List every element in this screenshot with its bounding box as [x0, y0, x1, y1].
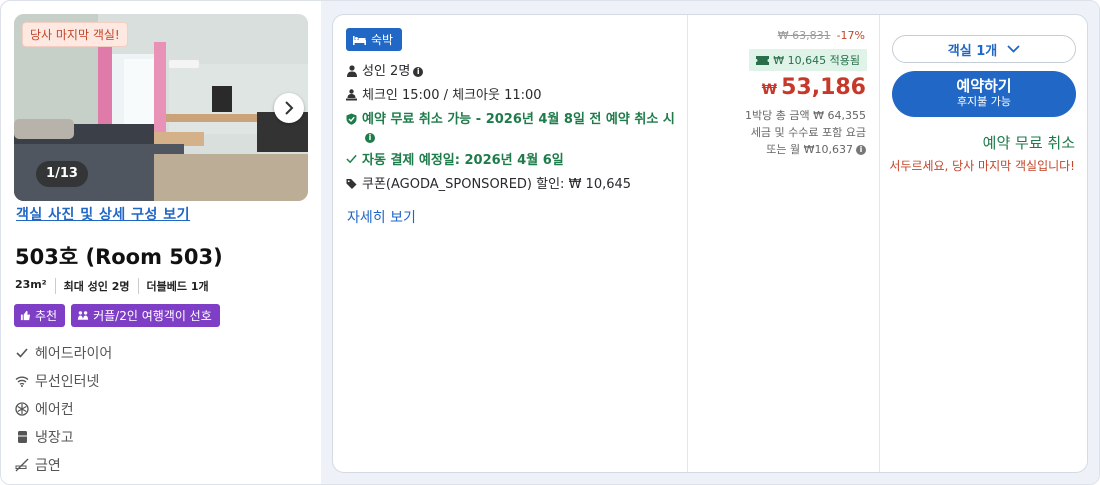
coupon-applied-label: ₩ 10,645 적용됨 — [773, 54, 860, 67]
monthly-price: 또는 월 ₩10,637 — [766, 143, 853, 156]
amenity-item: 금연 — [15, 451, 112, 479]
room-card: 당사 마지막 객실! 1/13 객실 사진 및 상세 구성 보기 503호 (R… — [0, 0, 1100, 485]
discount-percent: -17% — [836, 29, 865, 42]
book-button-sublabel: 후지불 가능 — [956, 95, 1012, 108]
room-specs: 23m² 최대 성인 2명 더블베드 1개 — [15, 278, 217, 294]
room-photos-link[interactable]: 객실 사진 및 상세 구성 보기 — [16, 204, 190, 224]
book-button-label: 예약하기 — [956, 77, 1012, 95]
guests-label: 성인 2명 — [362, 64, 411, 79]
info-icon[interactable]: i — [365, 132, 375, 143]
final-price: ₩53,186 — [762, 75, 866, 100]
free-cancel-row: 예약 무료 취소 가능 - 2026년 4월 8일 전 예약 취소 시 i — [346, 111, 676, 147]
guests-row: 성인 2명 i — [346, 63, 424, 81]
room-title: 503호 (Room 503) — [15, 245, 223, 269]
price-panel: ₩ 63,831 -17% ₩ 10,645 적용됨 ₩53,186 1박당 총 … — [687, 15, 879, 472]
ticket-icon — [756, 55, 770, 65]
amenity-item: 헤어드라이어 — [15, 339, 112, 367]
room-quantity-label: 객실 1개 — [947, 43, 998, 59]
chevron-down-icon — [1007, 45, 1020, 53]
coupon-row: 쿠폰(AGODA_SPONSORED) 할인: ₩ 10,645 — [346, 176, 631, 194]
checkin-row: 체크인 15:00 / 체크아웃 11:00 — [346, 87, 542, 105]
amenity-item: 냉장고 — [15, 423, 112, 451]
snowflake-icon — [15, 402, 29, 416]
tag-icon — [346, 176, 357, 190]
amenity-label: 무선인터넷 — [35, 374, 100, 390]
couple-badge: 커플/2인 여행객이 선호 — [71, 304, 220, 327]
amenity-label: 헤어드라이어 — [35, 346, 113, 362]
checkin-label: 체크인 15:00 / 체크아웃 11:00 — [362, 88, 542, 103]
photo-counter: 1/13 — [36, 161, 88, 187]
currency-symbol: ₩ — [761, 82, 778, 98]
stay-type-label: 숙박 — [371, 33, 394, 47]
thumbs-up-icon — [20, 310, 31, 321]
final-price-value: 53,186 — [781, 75, 866, 100]
room-occupancy: 최대 성인 2명 — [54, 278, 138, 294]
room-info-panel: 당사 마지막 객실! 1/13 객실 사진 및 상세 구성 보기 503호 (R… — [1, 1, 321, 484]
person-icon — [346, 63, 357, 77]
amenity-label: 냉장고 — [35, 430, 74, 446]
info-icon[interactable]: i — [856, 145, 866, 155]
price-per-night: 1박당 총 금액 ₩ 64,355 — [745, 109, 866, 122]
shield-check-icon — [346, 111, 357, 125]
coupon-applied-badge: ₩ 10,645 적용됨 — [749, 49, 867, 71]
original-price-row: ₩ 63,831 -17% — [778, 29, 865, 42]
details-link[interactable]: 자세히 보기 — [347, 207, 416, 227]
last-room-warning: 서두르세요, 당사 마지막 객실입니다! — [889, 159, 1075, 173]
next-photo-button[interactable] — [274, 93, 304, 123]
room-bed: 더블베드 1개 — [137, 278, 217, 294]
recommended-badge-label: 추천 — [35, 309, 58, 323]
amenity-list: 헤어드라이어 무선인터넷 에어컨 냉장고 금연 — [15, 339, 112, 479]
bed-icon — [353, 35, 366, 45]
no-smoking-icon — [15, 458, 29, 472]
couple-icon — [77, 311, 89, 320]
reception-icon — [346, 87, 357, 101]
fridge-icon — [15, 430, 29, 444]
room-badges: 추천 커플/2인 여행객이 선호 — [14, 304, 220, 327]
free-cancel-note: 예약 무료 취소 — [982, 134, 1075, 152]
offer-panel: 숙박 성인 2명 i 체크인 15:00 / 체크아웃 11:00 예약 무료 취… — [332, 14, 1088, 473]
last-room-badge: 당사 마지막 객실! — [22, 22, 128, 47]
info-icon[interactable]: i — [413, 66, 424, 77]
auto-pay-label: 자동 결제 예정일: 2026년 4월 6일 — [362, 153, 564, 168]
stay-type-tag: 숙박 — [346, 28, 403, 51]
coupon-label: 쿠폰(AGODA_SPONSORED) 할인: ₩ 10,645 — [362, 177, 632, 192]
room-photo[interactable]: 당사 마지막 객실! 1/13 — [14, 14, 308, 201]
wifi-icon — [15, 374, 29, 388]
check-icon — [15, 346, 29, 360]
booking-panel: 객실 1개 예약하기 후지불 가능 예약 무료 취소 서두르세요, 당사 마지막… — [879, 15, 1087, 472]
original-price: ₩ 63,831 — [777, 29, 831, 42]
price-notes: 1박당 총 금액 ₩ 64,355 세금 및 수수료 포함 요금 또는 월 ₩1… — [745, 107, 866, 158]
amenity-label: 에어컨 — [35, 402, 74, 418]
offer-details: 숙박 성인 2명 i 체크인 15:00 / 체크아웃 11:00 예약 무료 취… — [333, 15, 687, 472]
check-icon — [346, 152, 357, 164]
amenity-item: 무선인터넷 — [15, 367, 112, 395]
couple-badge-label: 커플/2인 여행객이 선호 — [93, 309, 212, 323]
amenity-item: 에어컨 — [15, 395, 112, 423]
price-tax-note: 세금 및 수수료 포함 요금 — [750, 126, 866, 139]
amenity-label: 금연 — [35, 458, 61, 474]
chevron-right-icon — [285, 101, 294, 115]
recommended-badge: 추천 — [14, 304, 66, 327]
room-quantity-select[interactable]: 객실 1개 — [892, 35, 1076, 63]
free-cancel-label: 예약 무료 취소 가능 - 2026년 4월 8일 전 예약 취소 시 — [362, 112, 675, 127]
room-size: 23m² — [15, 278, 47, 291]
book-button[interactable]: 예약하기 후지불 가능 — [892, 71, 1076, 117]
auto-pay-row: 자동 결제 예정일: 2026년 4월 6일 — [346, 152, 564, 170]
